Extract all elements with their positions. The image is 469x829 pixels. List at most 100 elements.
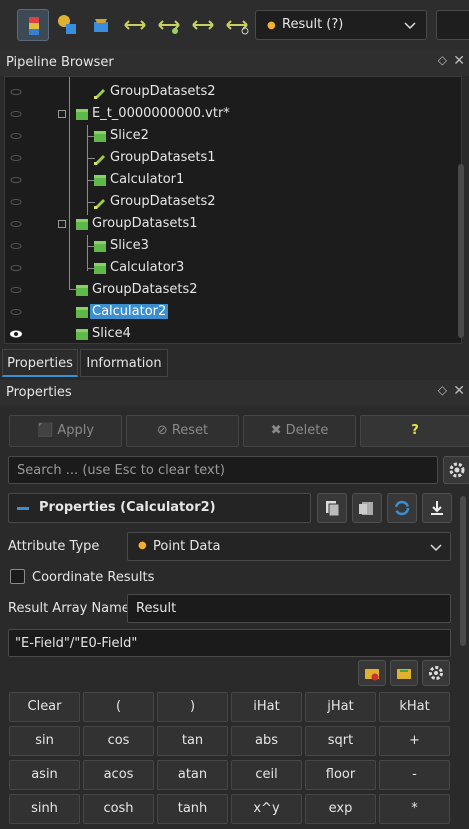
rescale-custom-range-button[interactable] [153, 9, 185, 41]
calc-key-label: asin [31, 767, 58, 782]
scalars-button[interactable] [358, 660, 386, 686]
visibility-hidden-icon[interactable] [9, 129, 23, 143]
search-input[interactable]: Search ... (use Esc to clear text) [8, 456, 438, 484]
calc-key[interactable]: jHat [305, 692, 376, 722]
calc-key[interactable]: cos [83, 726, 154, 756]
calc-key[interactable]: - [379, 760, 450, 790]
calc-key[interactable]: kHat [379, 692, 450, 722]
pipeline-item-selected[interactable]: Calculator2 [5, 301, 461, 323]
calc-key[interactable]: ( [83, 692, 154, 722]
visibility-hidden-icon[interactable] [9, 239, 23, 253]
calc-key[interactable]: asin [9, 760, 80, 790]
pipeline-item[interactable]: Slice2 [5, 125, 461, 147]
calc-key[interactable]: sqrt [305, 726, 376, 756]
properties-title: Properties [6, 385, 72, 400]
tab-properties[interactable]: Properties [2, 349, 78, 377]
calc-key[interactable]: atan [157, 760, 228, 790]
vectors-button[interactable] [390, 660, 418, 686]
copy-properties-button[interactable] [317, 493, 347, 523]
coordinate-results-checkbox[interactable] [10, 569, 25, 584]
calc-key[interactable]: sinh [9, 794, 80, 824]
calc-key[interactable]: cosh [83, 794, 154, 824]
calc-key[interactable]: iHat [231, 692, 302, 722]
paste-properties-button[interactable] [352, 493, 382, 523]
find-data-icon [94, 19, 108, 32]
view-data-button[interactable] [51, 9, 83, 41]
calc-key[interactable]: tanh [157, 794, 228, 824]
restore-defaults-button[interactable] [387, 493, 417, 523]
float-dock-icon[interactable]: ◇ [438, 383, 447, 397]
filter-cube-icon [94, 175, 106, 186]
pipeline-scrollbar[interactable] [458, 164, 464, 338]
reset-button[interactable]: ⊘ Reset [126, 415, 239, 447]
visibility-hidden-icon[interactable] [9, 195, 23, 209]
expression-input[interactable]: "E-Field"/"E0-Field" [8, 629, 451, 657]
calc-key[interactable]: ) [157, 692, 228, 722]
visibility-hidden-icon[interactable] [9, 151, 23, 165]
help-button[interactable]: ? [360, 415, 469, 447]
calculator-settings-button[interactable] [422, 660, 450, 686]
pipeline-item[interactable]: Slice3 [5, 235, 461, 257]
component-combo[interactable] [436, 10, 469, 40]
calc-key[interactable]: acos [83, 760, 154, 790]
visibility-hidden-icon[interactable] [9, 261, 23, 275]
pipeline-item[interactable]: Calculator1 [5, 169, 461, 191]
calc-key[interactable]: exp [305, 794, 376, 824]
visibility-hidden-icon[interactable] [9, 107, 23, 121]
pipeline-item[interactable]: GroupDatasets1 [5, 213, 461, 235]
result-array-name-value: Result [136, 601, 177, 616]
visibility-hidden-icon[interactable] [9, 85, 23, 99]
calc-key[interactable]: x^y [231, 794, 302, 824]
float-dock-icon[interactable]: ◇ [438, 53, 447, 67]
visibility-hidden-icon[interactable] [9, 173, 23, 187]
visibility-hidden-icon[interactable] [9, 217, 23, 231]
apply-icon: ⬛ [36, 423, 58, 438]
attribute-type-select[interactable]: ● Point Data [127, 532, 451, 561]
expression-value: "E-Field"/"E0-Field" [15, 636, 138, 651]
visibility-eye-icon[interactable] [9, 327, 23, 341]
properties-section-header[interactable]: Properties (Calculator2) [8, 493, 311, 523]
calc-key-label: kHat [399, 699, 430, 714]
pipeline-item[interactable]: Calculator3 [5, 257, 461, 279]
calc-key[interactable]: tan [157, 726, 228, 756]
main-toolbar: ● Result (?) [0, 0, 469, 51]
pipeline-tree[interactable]: GroupDatasets2 E_t_0000000000.vtr* Slice… [4, 76, 462, 344]
collapse-minus-icon[interactable] [17, 507, 29, 510]
advanced-settings-button[interactable] [443, 456, 469, 484]
help-icon: ? [411, 423, 419, 438]
pipeline-item[interactable]: Slice4 [5, 323, 461, 343]
pipeline-item[interactable]: GroupDatasets1 [5, 147, 461, 169]
collapse-toggle[interactable] [58, 220, 66, 228]
pipeline-item[interactable]: GroupDatasets2 [5, 279, 461, 301]
calc-key[interactable]: abs [231, 726, 302, 756]
calc-key[interactable]: * [379, 794, 450, 824]
rescale-visible-range-button[interactable] [187, 9, 219, 41]
find-data-button[interactable] [85, 9, 117, 41]
result-array-name-input[interactable]: Result [127, 594, 451, 623]
visibility-hidden-icon[interactable] [9, 283, 23, 297]
calc-key[interactable]: sin [9, 726, 80, 756]
range-arrows-icon [158, 20, 180, 34]
point-data-icon: ● [138, 540, 147, 551]
close-dock-icon[interactable]: ✕ [453, 383, 465, 399]
result-array-combo[interactable]: ● Result (?) [255, 10, 427, 40]
properties-scrollbar[interactable] [460, 496, 466, 646]
calc-key[interactable]: + [379, 726, 450, 756]
delete-button[interactable]: ✖ Delete [243, 415, 356, 447]
data-source-cube-icon [76, 109, 88, 120]
reset-range-button[interactable] [119, 9, 151, 41]
color-map-editor-button[interactable] [17, 9, 49, 41]
collapse-toggle[interactable] [58, 110, 66, 118]
apply-button[interactable]: ⬛ Apply [9, 415, 122, 447]
visibility-hidden-icon[interactable] [9, 305, 23, 319]
pipeline-item[interactable]: E_t_0000000000.vtr* [5, 103, 461, 125]
close-dock-icon[interactable]: ✕ [453, 53, 465, 69]
save-defaults-button[interactable] [422, 493, 452, 523]
calc-key[interactable]: Clear [9, 692, 80, 722]
pipeline-item[interactable]: GroupDatasets2 [5, 81, 461, 103]
tab-information[interactable]: Information [80, 349, 168, 377]
rescale-temporal-range-button[interactable] [221, 9, 253, 41]
calc-key[interactable]: floor [305, 760, 376, 790]
pipeline-item[interactable]: GroupDatasets2 [5, 191, 461, 213]
calc-key[interactable]: ceil [231, 760, 302, 790]
